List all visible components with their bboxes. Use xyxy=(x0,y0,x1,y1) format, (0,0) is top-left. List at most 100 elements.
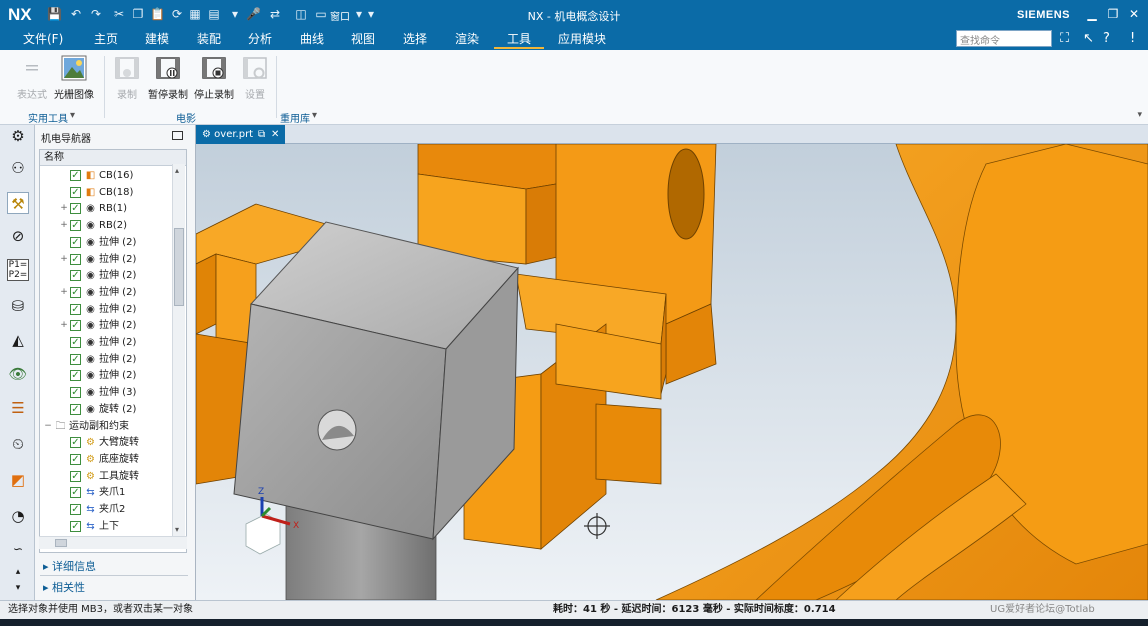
expand-toggle-icon[interactable]: + xyxy=(60,317,68,334)
visibility-checkbox[interactable]: ✓ xyxy=(70,303,81,315)
part-navigator-icon[interactable]: ⛁ xyxy=(7,295,29,317)
visibility-checkbox[interactable]: ✓ xyxy=(70,437,81,449)
visibility-checkbox[interactable]: ✓ xyxy=(70,504,81,515)
stop-record-button[interactable]: 停止录制 xyxy=(193,54,235,101)
sliding-joint-icon: ⇆ xyxy=(86,520,95,532)
visibility-checkbox[interactable]: ✓ xyxy=(70,253,81,265)
tab-close-icon[interactable]: ✕ xyxy=(271,125,279,144)
parameter-table-icon[interactable]: P1= P2= xyxy=(7,259,29,281)
tree-scroll-thumb[interactable] xyxy=(174,228,184,306)
expand-toggle-icon[interactable]: + xyxy=(60,284,68,301)
hinge-joint-icon: ⚙ xyxy=(86,470,95,482)
menu-assembly[interactable]: 装配 xyxy=(197,31,221,47)
stop-record-label: 停止录制 xyxy=(194,90,234,101)
runtime-inspector-icon[interactable]: ⊘ xyxy=(7,225,29,247)
arrows-icon[interactable]: ↖ xyxy=(1083,31,1094,47)
visibility-checkbox[interactable]: ✓ xyxy=(70,370,81,382)
visualization-icon[interactable]: 👁 xyxy=(7,363,29,385)
tree-row-label: 运动副和约束 xyxy=(69,420,129,432)
visibility-checkbox[interactable]: ✓ xyxy=(70,320,81,332)
group-reuse-dropdown-icon[interactable]: ▾ xyxy=(312,110,317,121)
minimize-icon[interactable]: ▁ xyxy=(1084,6,1100,22)
pause-record-button[interactable]: 暂停录制 xyxy=(147,54,189,101)
raster-image-button[interactable]: 光栅图像 xyxy=(52,54,96,101)
menu-analysis[interactable]: 分析 xyxy=(248,31,272,47)
visibility-checkbox[interactable]: ✓ xyxy=(70,220,81,232)
scroll-down-icon[interactable]: ▾ xyxy=(7,577,29,599)
tree-horizontal-scrollbar[interactable] xyxy=(39,536,187,549)
visibility-checkbox[interactable]: ✓ xyxy=(70,337,81,348)
tree-row-label: 大臂旋转 xyxy=(99,437,139,449)
expression-icon xyxy=(18,54,46,82)
mechatronics-navigator-icon[interactable]: ⚒ xyxy=(7,192,29,214)
visibility-checkbox[interactable]: ✓ xyxy=(70,286,81,298)
column-header-name[interactable]: 名称 xyxy=(40,150,186,166)
section-details-expand-icon: ▸ xyxy=(43,560,53,573)
section-details[interactable]: ▸ 详细信息 xyxy=(43,558,96,574)
scroll-up-arrow-icon[interactable]: ▴ xyxy=(175,166,179,175)
more-icon[interactable]: ! xyxy=(1130,31,1135,47)
visibility-checkbox[interactable]: ✓ xyxy=(70,453,81,465)
visibility-checkbox[interactable]: ✓ xyxy=(70,170,81,181)
visibility-checkbox[interactable]: ✓ xyxy=(70,470,81,482)
help-icon[interactable]: ? xyxy=(1103,31,1110,47)
expand-toggle-icon[interactable]: + xyxy=(60,251,68,268)
tree-vertical-scrollbar[interactable]: ▴ ▾ xyxy=(172,164,185,536)
visibility-checkbox[interactable]: ✓ xyxy=(70,203,81,215)
eye-icon: ◉ xyxy=(86,337,95,348)
visibility-checkbox[interactable]: ✓ xyxy=(70,353,81,365)
expression-button[interactable]: 表达式 xyxy=(14,54,50,101)
history-icon[interactable]: ⏲ xyxy=(7,433,29,455)
search-icon[interactable]: ⌕ xyxy=(1036,31,1043,47)
menu-select[interactable]: 选择 xyxy=(403,31,427,47)
menu-applications[interactable]: 应用模块 xyxy=(558,31,606,47)
menu-modeling[interactable]: 建模 xyxy=(145,31,169,47)
tree-hscroll-thumb[interactable] xyxy=(55,539,67,547)
document-tab-bar: ⚙ over.prt ⧉ ✕ xyxy=(196,125,1148,144)
resource-settings-icon[interactable]: ⚙ xyxy=(7,125,29,147)
menu-view[interactable]: 视图 xyxy=(351,31,375,47)
menu-render[interactable]: 渲染 xyxy=(455,31,479,47)
maximize-panel-icon[interactable] xyxy=(172,131,183,140)
graphics-window[interactable]: Z X xyxy=(196,144,1148,600)
ribbon-options-icon[interactable]: ▾ xyxy=(1137,110,1142,120)
part-file-icon: ⚙ xyxy=(202,129,215,140)
group-utilities-dropdown-icon[interactable]: ▾ xyxy=(70,110,75,121)
group-movie: 电影 xyxy=(176,114,196,125)
menu-tools[interactable]: 工具 xyxy=(494,31,544,49)
expand-toggle-icon[interactable]: + xyxy=(60,200,68,217)
visibility-checkbox[interactable]: ✓ xyxy=(70,186,81,198)
close-icon[interactable]: ✕ xyxy=(1126,6,1142,22)
system-materials-icon[interactable]: ◩ xyxy=(7,469,29,491)
visibility-checkbox[interactable]: ✓ xyxy=(70,487,81,499)
sequence-editor-icon[interactable]: ☰ xyxy=(7,397,29,419)
tab-over-prt[interactable]: ⚙ over.prt ⧉ ✕ xyxy=(196,125,285,144)
fullscreen-icon[interactable]: ⛶ xyxy=(1060,31,1069,47)
expand-toggle-icon[interactable]: + xyxy=(60,217,68,234)
tab-popout-icon[interactable]: ⧉ xyxy=(258,125,265,144)
visibility-checkbox[interactable]: ✓ xyxy=(70,520,81,532)
gray-cube-workpiece xyxy=(233,221,519,541)
scroll-down-arrow-icon[interactable]: ▾ xyxy=(175,525,179,534)
visibility-checkbox[interactable]: ✓ xyxy=(70,387,81,399)
group-utilities[interactable]: 实用工具 xyxy=(28,110,68,125)
roles-icon[interactable]: ∽ xyxy=(7,538,29,560)
group-reuse-library[interactable]: 重用库 xyxy=(280,110,310,125)
visibility-checkbox[interactable]: ✓ xyxy=(70,236,81,248)
visibility-checkbox[interactable]: ✓ xyxy=(70,403,81,415)
pause-record-label: 暂停录制 xyxy=(148,90,188,101)
settings-button[interactable]: 设置 xyxy=(240,54,270,101)
triad-z-label: Z xyxy=(258,487,264,497)
record-button[interactable]: 录制 xyxy=(110,54,144,101)
eye-icon: ◉ xyxy=(86,236,95,248)
menu-curve[interactable]: 曲线 xyxy=(300,31,324,47)
assembly-navigator-icon[interactable]: ⚇ xyxy=(7,157,29,179)
menu-file[interactable]: 文件(F) xyxy=(23,31,63,47)
process-studio-icon[interactable]: ◔ xyxy=(7,505,29,527)
reuse-library-icon[interactable]: ◭ xyxy=(7,329,29,351)
expand-toggle-icon[interactable]: − xyxy=(44,418,52,435)
visibility-checkbox[interactable]: ✓ xyxy=(70,270,81,282)
menu-home[interactable]: 主页 xyxy=(94,31,118,47)
section-dependencies[interactable]: ▸ 相关性 xyxy=(43,579,85,595)
restore-icon[interactable]: ❐ xyxy=(1105,6,1121,22)
